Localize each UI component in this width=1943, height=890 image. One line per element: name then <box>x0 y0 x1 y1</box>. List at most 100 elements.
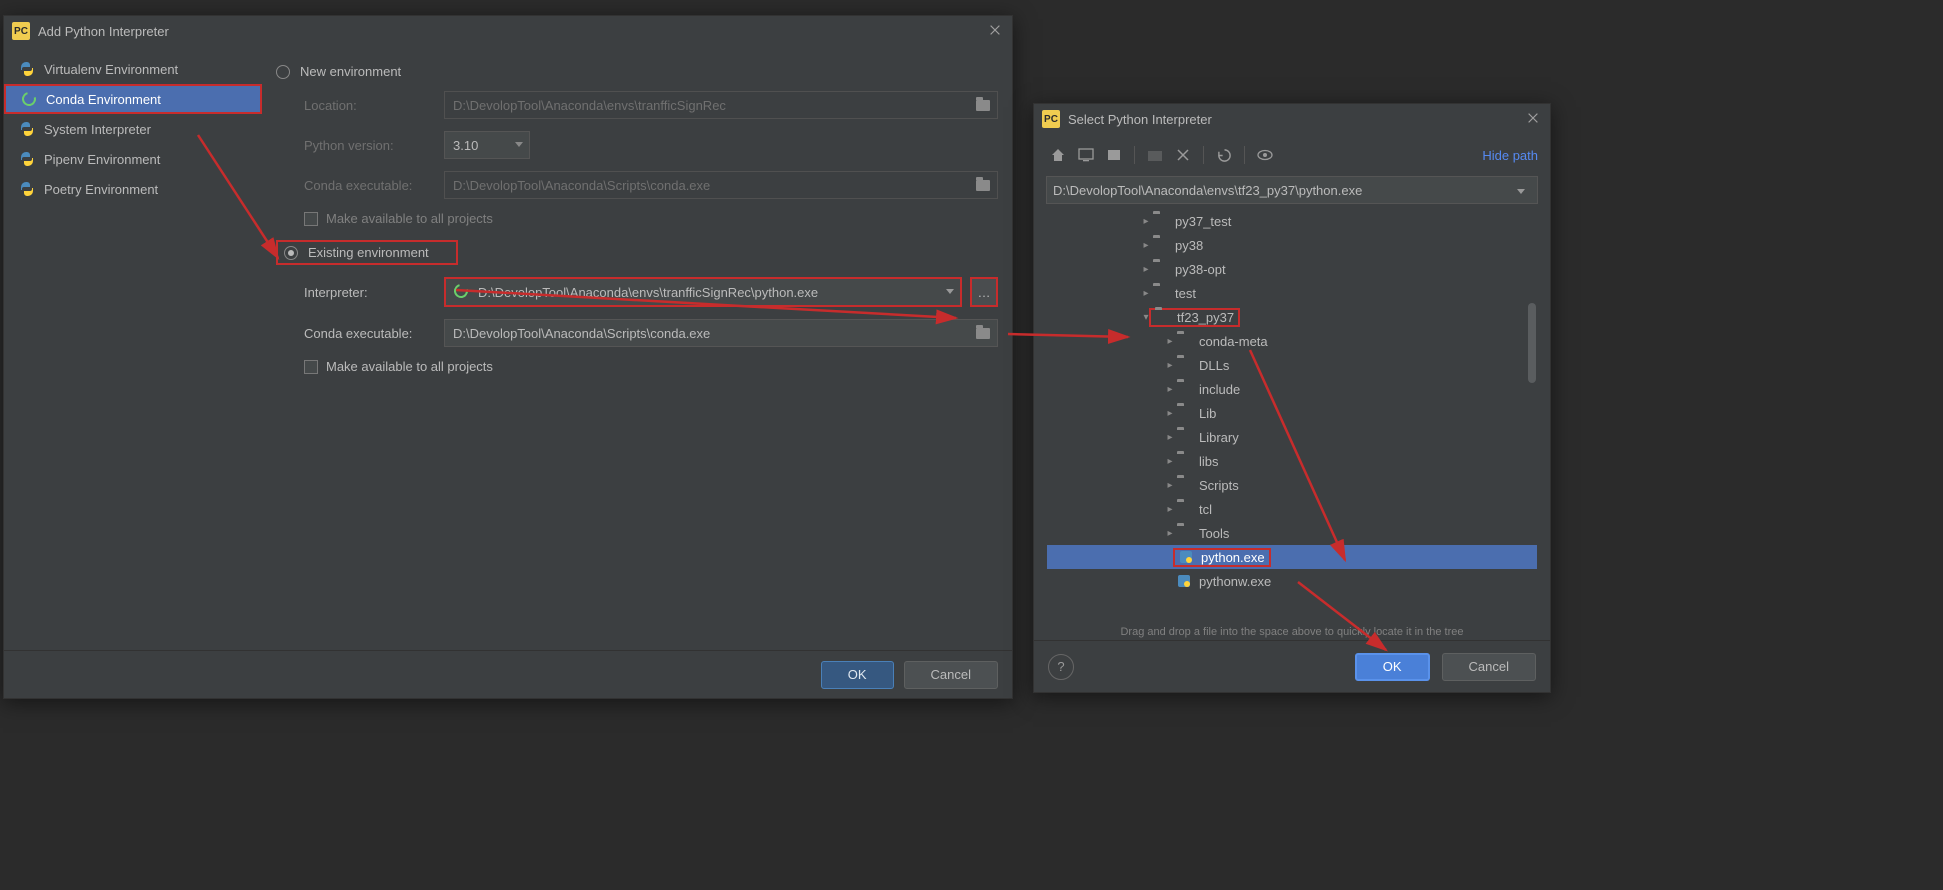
conda-exec-field-2[interactable] <box>444 319 998 347</box>
existing-env-radio[interactable]: Existing environment <box>276 240 458 265</box>
python-icon <box>18 60 36 78</box>
tree-folder[interactable]: ▸ Tools <box>1047 521 1537 545</box>
folder-icon <box>1177 358 1193 372</box>
conda-icon <box>454 284 470 300</box>
refresh-icon[interactable] <box>1212 143 1236 167</box>
tree-item-label: Library <box>1199 430 1239 445</box>
chevron-right-icon: ▸ <box>1163 528 1177 539</box>
tree-folder[interactable]: ▾tf23_py37 <box>1047 305 1537 329</box>
new-env-radio[interactable]: New environment <box>276 64 998 79</box>
chevron-right-icon: ▸ <box>1163 336 1177 347</box>
chevron-right-icon: ▸ <box>1163 504 1177 515</box>
radio-label: New environment <box>300 64 401 79</box>
sidebar-item-system-interpreter[interactable]: System Interpreter <box>4 114 262 144</box>
dialog-button-bar: OK Cancel <box>4 650 1012 698</box>
tree-folder[interactable]: ▸py38 <box>1047 233 1537 257</box>
chevron-down-icon <box>946 289 954 295</box>
file-tree[interactable]: ▸py37_test▸py38▸py38-opt▸test▾tf23_py37▸… <box>1046 208 1538 622</box>
close-icon[interactable] <box>1526 111 1542 127</box>
tree-file[interactable]: python.exe <box>1047 545 1537 569</box>
cancel-button[interactable]: Cancel <box>904 661 998 689</box>
radio-icon <box>276 65 290 79</box>
dialog-button-bar: ? OK Cancel <box>1034 640 1550 692</box>
sidebar-item-label: Poetry Environment <box>44 182 158 197</box>
folder-icon <box>1153 214 1169 228</box>
conda-exec-label: Conda executable: <box>304 326 444 341</box>
tree-item-label: Tools <box>1199 526 1229 541</box>
tree-file[interactable]: pythonw.exe <box>1047 569 1537 593</box>
close-icon[interactable] <box>988 23 1004 39</box>
home-icon[interactable] <box>1046 143 1070 167</box>
checkbox-icon <box>304 212 318 226</box>
project-icon[interactable] <box>1102 143 1126 167</box>
folder-icon <box>1177 526 1193 540</box>
chevron-down-icon[interactable] <box>1511 183 1531 198</box>
desktop-icon[interactable] <box>1074 143 1098 167</box>
tree-item-label: pythonw.exe <box>1199 574 1271 589</box>
sidebar-item-virtualenv-environment[interactable]: Virtualenv Environment <box>4 54 262 84</box>
tree-item-label: tf23_py37 <box>1177 310 1234 325</box>
dialog-titlebar: PC Add Python Interpreter <box>4 16 1012 46</box>
make-available-checkbox[interactable] <box>304 360 318 374</box>
tree-folder[interactable]: ▸ conda-meta <box>1047 329 1537 353</box>
chevron-right-icon: ▸ <box>1139 264 1153 275</box>
help-icon[interactable]: ? <box>1048 654 1074 680</box>
tree-folder[interactable]: ▸DLLs <box>1047 353 1537 377</box>
python-version-select: 3.10 <box>444 131 530 159</box>
dialog-title: Add Python Interpreter <box>38 24 988 39</box>
tree-item-label: DLLs <box>1199 358 1229 373</box>
pyversion-label: Python version: <box>304 138 444 153</box>
folder-icon <box>1177 454 1193 468</box>
chevron-right-icon: ▸ <box>1163 432 1177 443</box>
tree-item-label: test <box>1175 286 1196 301</box>
hide-path-link[interactable]: Hide path <box>1482 148 1538 163</box>
scrollbar[interactable] <box>1527 303 1537 617</box>
chevron-right-icon: ▸ <box>1163 456 1177 467</box>
tree-item-label: tcl <box>1199 502 1212 517</box>
interpreter-type-sidebar: Virtualenv EnvironmentConda EnvironmentS… <box>4 46 262 650</box>
file-chooser-toolbar: Hide path <box>1046 140 1538 170</box>
python-file-icon <box>1179 550 1195 564</box>
chevron-right-icon: ▸ <box>1139 288 1153 299</box>
conda-exec-field <box>444 171 998 199</box>
tree-folder[interactable]: ▸ Library <box>1047 425 1537 449</box>
tree-item-label: libs <box>1199 454 1219 469</box>
conda-exec-label: Conda executable: <box>304 178 444 193</box>
browse-folder-icon[interactable] <box>972 323 994 343</box>
tree-folder[interactable]: ▸ test <box>1047 281 1537 305</box>
dialog-titlebar: PC Select Python Interpreter <box>1034 104 1550 134</box>
tree-folder[interactable]: ▸Lib <box>1047 401 1537 425</box>
tree-folder[interactable]: ▸ tcl <box>1047 497 1537 521</box>
location-field <box>444 91 998 119</box>
show-hidden-icon[interactable] <box>1253 143 1277 167</box>
tree-folder[interactable]: ▸py37_test <box>1047 209 1537 233</box>
sidebar-item-pipenv-environment[interactable]: Pipenv Environment <box>4 144 262 174</box>
folder-icon <box>1155 310 1171 324</box>
tree-item-label: py37_test <box>1175 214 1231 229</box>
tree-item-label: python.exe <box>1201 550 1265 565</box>
delete-icon[interactable] <box>1171 143 1195 167</box>
tree-item-label: conda-meta <box>1199 334 1268 349</box>
interpreter-combo[interactable]: D:\DevolopTool\Anaconda\envs\tranfficSig… <box>444 277 962 307</box>
tree-folder[interactable]: ▸ libs <box>1047 449 1537 473</box>
tree-item-label: Lib <box>1199 406 1216 421</box>
path-field[interactable]: D:\DevolopTool\Anaconda\envs\tf23_py37\p… <box>1046 176 1538 204</box>
make-available-label: Make available to all projects <box>326 359 493 374</box>
dialog-title: Select Python Interpreter <box>1068 112 1526 127</box>
radio-label: Existing environment <box>308 245 429 260</box>
ok-button[interactable]: OK <box>821 661 894 689</box>
new-folder-icon[interactable] <box>1143 143 1167 167</box>
cancel-button[interactable]: Cancel <box>1442 653 1536 681</box>
ok-button[interactable]: OK <box>1355 653 1430 681</box>
tree-item-label: include <box>1199 382 1240 397</box>
tree-folder[interactable]: ▸py38-opt <box>1047 257 1537 281</box>
folder-icon <box>1153 286 1169 300</box>
python-version-value: 3.10 <box>453 138 478 153</box>
sidebar-item-poetry-environment[interactable]: Poetry Environment <box>4 174 262 204</box>
conda-env-panel: New environment Location: Python version… <box>262 46 1012 650</box>
browse-interpreter-button[interactable]: … <box>970 277 998 307</box>
sidebar-item-conda-environment[interactable]: Conda Environment <box>4 84 262 114</box>
folder-icon <box>1177 406 1193 420</box>
tree-folder[interactable]: ▸include <box>1047 377 1537 401</box>
tree-folder[interactable]: ▸Scripts <box>1047 473 1537 497</box>
